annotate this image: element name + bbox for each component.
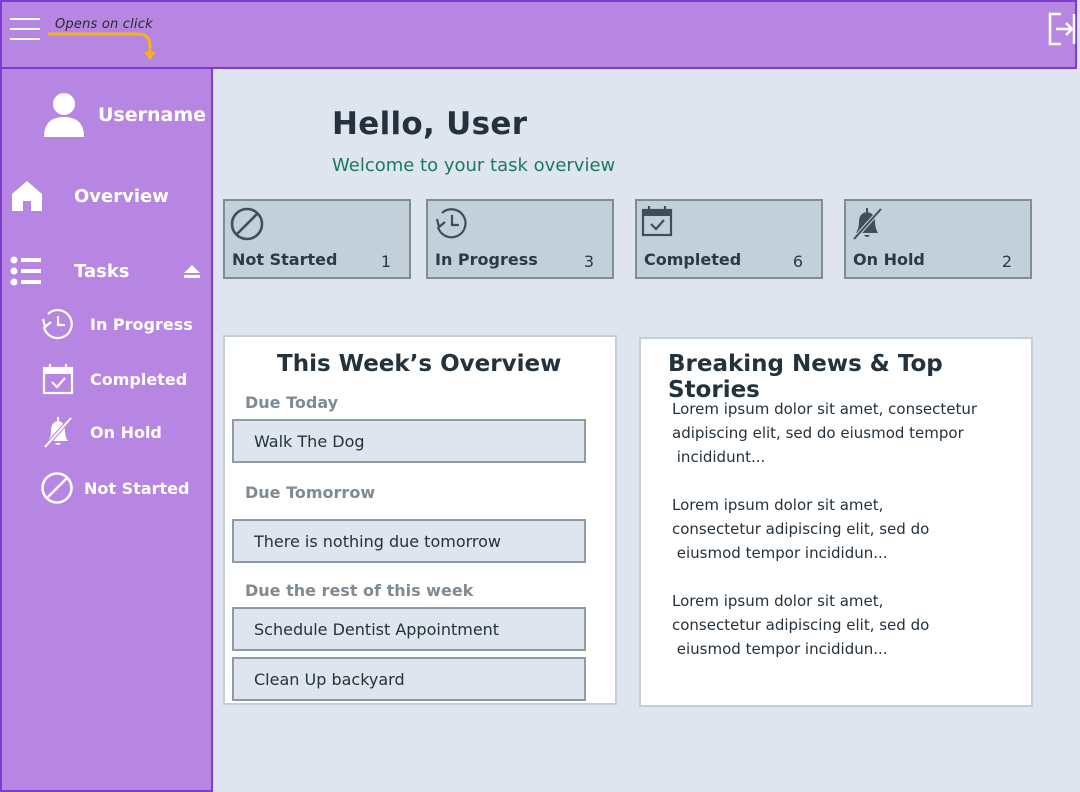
sidebar: Username Overview Tasks In Progress Comp… [0, 69, 213, 792]
ban-icon [230, 207, 264, 241]
clock-icon [41, 309, 73, 340]
sidebar-subitem-label: On Hold [90, 422, 162, 442]
sidebar-subitem-label: Not Started [84, 478, 190, 498]
panel-title: This Week’s Overview [277, 351, 562, 377]
sidebar-subitem-on-hold[interactable]: On Hold [42, 415, 162, 449]
news-line: Lorem ipsum dolor sit amet, consectetur [672, 400, 978, 418]
news-line: adipiscing elit, sed do eiusmod tempor [672, 424, 964, 442]
news-item[interactable]: Lorem ipsum dolor sit amet, consectetur … [672, 589, 1012, 661]
sidebar-item-label: Overview [74, 185, 169, 207]
stat-label: Completed [644, 250, 742, 269]
calendar-check-icon [641, 206, 673, 237]
section-label-due-today: Due Today [245, 393, 339, 412]
bell-off-icon [43, 416, 73, 449]
clock-icon [435, 208, 467, 239]
page-title: Hello, User [332, 106, 528, 142]
task-item: There is nothing due tomorrow [232, 519, 586, 563]
user-avatar-icon [44, 93, 84, 137]
calendar-check-icon [42, 364, 74, 395]
hamburger-line [10, 28, 40, 30]
stat-card-completed[interactable]: Completed 6 [635, 199, 823, 279]
hamburger-line [10, 38, 40, 40]
stat-count: 1 [380, 252, 391, 271]
hamburger-menu-icon[interactable] [10, 18, 42, 42]
task-item[interactable]: Schedule Dentist Appointment [232, 607, 586, 651]
sidebar-subitem-label: Completed [90, 369, 188, 389]
news-line: Lorem ipsum dolor sit amet, [672, 496, 884, 514]
sidebar-item-label: Tasks [74, 260, 130, 282]
top-bar: Opens on click [0, 0, 1077, 69]
annotation-arrow-icon [48, 32, 156, 60]
news-line: consectetur adipiscing elit, sed do [672, 616, 930, 634]
hamburger-line [10, 18, 40, 20]
news-line: consectetur adipiscing elit, sed do [672, 520, 930, 538]
task-item[interactable]: Walk The Dog [232, 419, 586, 463]
news-item[interactable]: Lorem ipsum dolor sit amet, consectetur … [672, 493, 1012, 565]
sidebar-subitem-completed[interactable]: Completed [42, 363, 187, 395]
news-panel: Breaking News & Top Stories Lorem ipsum … [639, 337, 1033, 707]
sidebar-subitem-not-started[interactable]: Not Started [40, 471, 189, 505]
sidebar-subitem-label: In Progress [90, 314, 193, 334]
news-line: Lorem ipsum dolor sit amet, [672, 592, 884, 610]
sidebar-item-tasks[interactable]: Tasks [10, 255, 130, 287]
annotation-note: Opens on click [55, 17, 153, 32]
section-label-due-tomorrow: Due Tomorrow [245, 483, 376, 502]
stat-label: In Progress [435, 250, 538, 269]
bell-off-icon [852, 207, 883, 241]
stat-card-in-progress[interactable]: In Progress 3 [426, 199, 614, 279]
collapse-caret-icon[interactable] [182, 263, 202, 279]
stat-count: 2 [1001, 252, 1012, 271]
section-label-due-rest: Due the rest of this week [245, 581, 474, 600]
user-profile[interactable]: Username [42, 91, 206, 139]
page-subtitle: Welcome to your task overview [332, 155, 616, 176]
stat-label: On Hold [853, 250, 925, 269]
stat-count: 6 [792, 252, 803, 271]
logout-icon[interactable] [1047, 12, 1077, 46]
news-line: eiusmod tempor incididun... [672, 544, 888, 562]
news-line: eiusmod tempor incididun... [672, 640, 888, 658]
stat-card-on-hold[interactable]: On Hold 2 [844, 199, 1032, 279]
task-item[interactable]: Clean Up backyard [232, 657, 586, 701]
ban-icon [41, 472, 73, 504]
week-overview-panel: This Week’s Overview Due Today Walk The … [223, 335, 617, 705]
username-label: Username [98, 104, 207, 126]
news-line: incididunt... [672, 448, 766, 466]
stat-label: Not Started [232, 250, 338, 269]
sidebar-item-overview[interactable]: Overview [10, 179, 169, 213]
sidebar-subitem-in-progress[interactable]: In Progress [40, 307, 193, 341]
stat-count: 3 [583, 252, 594, 271]
panel-title: Breaking News & Top Stories [668, 351, 943, 403]
list-icon [10, 256, 41, 286]
home-icon [12, 181, 42, 211]
news-item[interactable]: Lorem ipsum dolor sit amet, consectetur … [672, 397, 1012, 469]
stat-card-not-started[interactable]: Not Started 1 [223, 199, 411, 279]
